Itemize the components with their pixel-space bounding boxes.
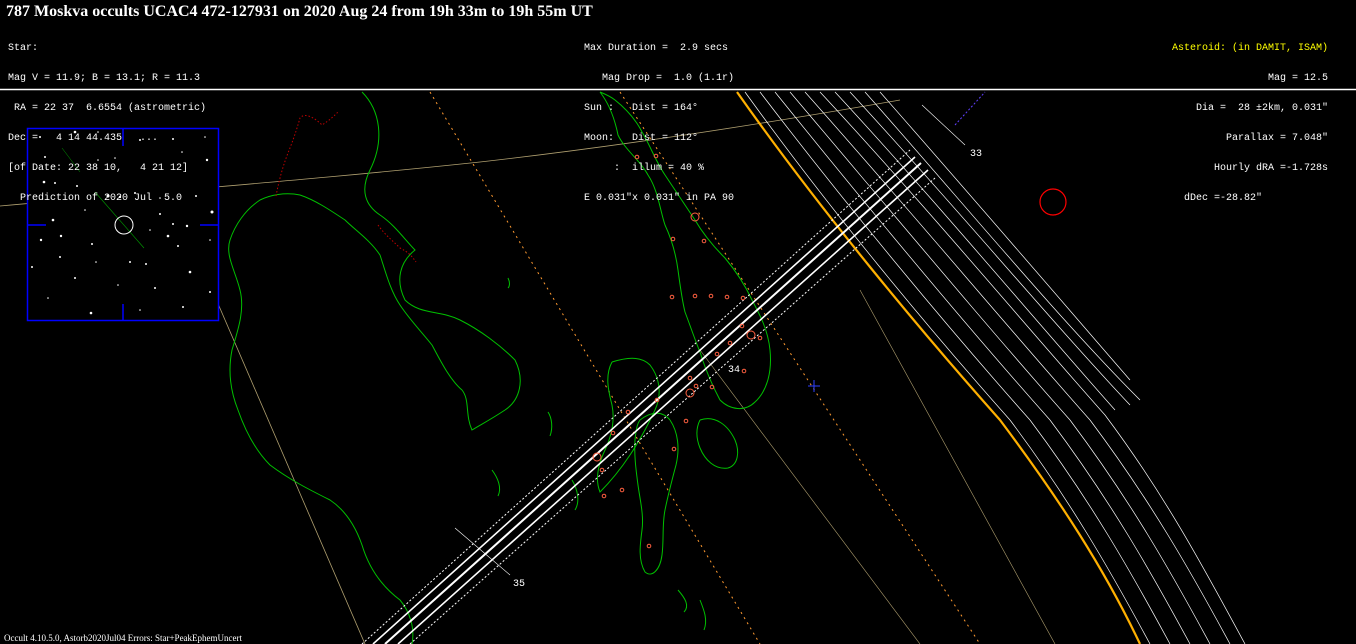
star-info-block: Star: Mag V = 11.9; B = 13.1; R = 11.3 R… (8, 24, 206, 224)
star-info-line: Dec = 4 14 44.435 ... (8, 133, 159, 144)
night-limit-line (736, 91, 1141, 644)
dashed-marker-line (954, 91, 986, 126)
country-border (275, 111, 417, 263)
star-info-line: Mag V = 11.9; B = 13.1; R = 11.3 (8, 73, 201, 84)
star-info-line: Prediction of 2020 Jul 5.0 (8, 193, 183, 204)
limit-line-right (859, 289, 1056, 644)
page-title: 787 Moskva occults UCAC4 472-127931 on 2… (6, 3, 593, 20)
event-info-line: Max Duration = 2.9 secs (584, 43, 729, 54)
map-label-35: 35 (513, 579, 526, 590)
asteroid-info-header: Asteroid: (in DAMIT, ISAM) (1171, 43, 1328, 54)
event-info-block: Max Duration = 2.9 secs Mag Drop = 1.0 (… (584, 24, 734, 224)
event-info-line: Moon: Dist = 112° (584, 133, 699, 144)
star-info-line: RA = 22 37 6.6554 (astrometric) (8, 103, 207, 114)
asteroid-info-line: Hourly dRA =-1.728s (1213, 163, 1328, 174)
limit-line-left (199, 261, 366, 644)
path-center-line (384, 162, 922, 644)
event-info-line: Sun : Dist = 164° (584, 103, 699, 114)
map-label-34: 34 (728, 365, 741, 376)
path-edge-lines (372, 156, 929, 644)
star-info-line: [of Date: 22 38 10, 4 21 12] (8, 163, 189, 174)
asteroid-info-line: Dia = 28 ±2km, 0.031" (1195, 103, 1328, 114)
limit-fan-lines (744, 91, 1246, 644)
limit-line-mid (699, 349, 921, 644)
asteroid-info-block: Asteroid: (in DAMIT, ISAM) Mag = 12.5 Di… (1172, 24, 1328, 224)
event-info-line: E 0.031"x 0.031" in PA 90 (584, 193, 735, 204)
map-label-33: 33 (970, 149, 983, 160)
star-info-line: Star: (8, 43, 39, 54)
tick-line-33 (921, 104, 966, 146)
moon-circle (1039, 188, 1067, 216)
event-info-line: : illum = 40 % (584, 163, 705, 174)
event-info-line: Mag Drop = 1.0 (1.1r) (584, 73, 735, 84)
asteroid-info-line: Mag = 12.5 (1267, 73, 1328, 84)
asteroid-info-line: Parallax = 7.048" (1225, 133, 1328, 144)
sub-star-cross (808, 380, 820, 392)
footer-credits: Occult 4.10.5.0, Astorb2020Jul04 Errors:… (4, 633, 243, 643)
asteroid-info-line: dDec =-28.82" (1183, 193, 1262, 204)
occultation-map-window: 787 Moskva occults UCAC4 472-127931 on 2… (0, 0, 1356, 644)
